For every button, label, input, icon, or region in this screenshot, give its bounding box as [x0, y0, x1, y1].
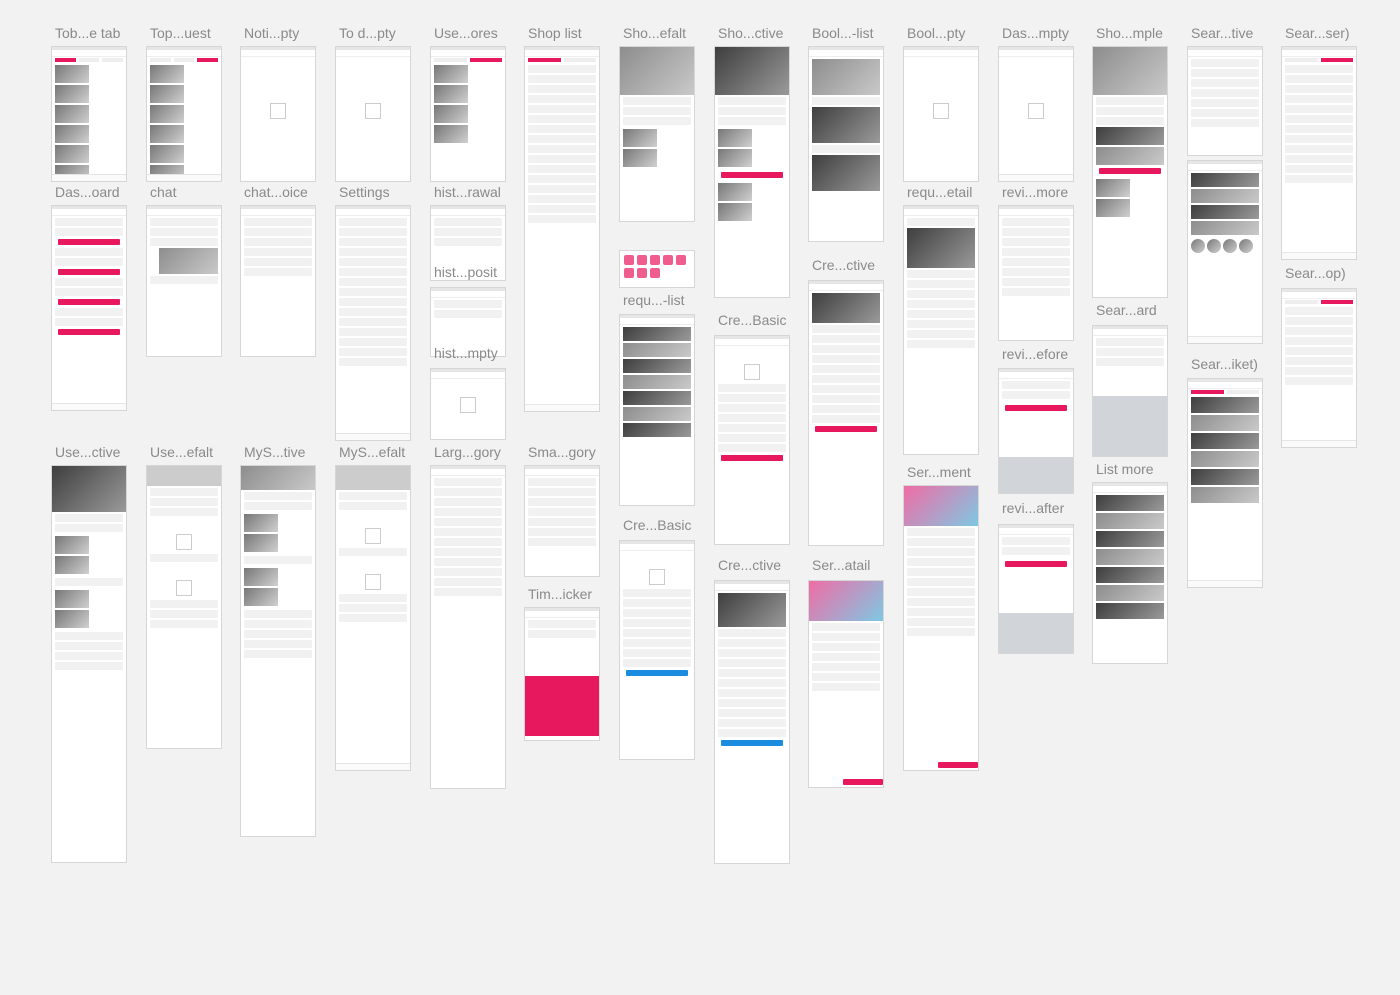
artboard-label: Cre...ctive [718, 557, 782, 573]
artboard-review-before[interactable] [998, 368, 1074, 494]
artboard-label: MyS...efalt [339, 444, 406, 460]
artboard-service-comment[interactable] [903, 485, 979, 771]
artboard-label: Sho...ctive [718, 25, 784, 41]
artboard-label: Sear...tive [1191, 25, 1254, 41]
artboard-time-picker[interactable] [524, 607, 600, 741]
artboard-label: revi...more [1002, 184, 1069, 200]
artboard-review-more[interactable] [998, 205, 1074, 341]
artboard-todo-empty[interactable] [335, 46, 411, 182]
artboard-shop-list[interactable] [524, 46, 600, 412]
artboard-myshop-default[interactable] [335, 465, 411, 771]
artboard-label: Noti...pty [244, 25, 300, 41]
artboard-shop-active[interactable] [714, 46, 790, 298]
artboard-review-after[interactable] [998, 524, 1074, 654]
artboard-history-empty[interactable] [430, 368, 506, 440]
artboard-search-ticket[interactable] [1187, 378, 1263, 588]
artboard-create-basic-request[interactable] [619, 540, 695, 760]
artboard-label: Sear...ser) [1285, 25, 1350, 41]
artboard-label: revi...after [1002, 500, 1065, 516]
artboard-top-tab[interactable] [51, 46, 127, 182]
artboard-label: Sear...ard [1096, 302, 1157, 318]
artboard-top-request[interactable] [146, 46, 222, 182]
artboard-label: Sho...mple [1096, 25, 1163, 41]
artboard-chat-choice[interactable] [240, 205, 316, 357]
artboard-label: chat [150, 184, 177, 200]
artboard-small-category[interactable] [524, 465, 600, 577]
artboard-label: hist...rawal [434, 184, 501, 200]
artboard-label: Cre...Basic [623, 517, 692, 533]
artboard-label: requ...-list [623, 292, 685, 308]
artboard-search-results[interactable] [1187, 160, 1263, 344]
artboard-label: Settings [339, 184, 390, 200]
artboard-label: Top...uest [150, 25, 211, 41]
artboard-create-active[interactable] [808, 280, 884, 546]
artboard-service-detail[interactable] [808, 580, 884, 788]
artboard-shop-default[interactable] [619, 46, 695, 222]
artboard-myshop-active[interactable] [240, 465, 316, 837]
artboard-label: MyS...tive [244, 444, 306, 460]
artboard-label: Cre...ctive [812, 257, 876, 273]
artboard-create-basic[interactable] [714, 335, 790, 545]
artboard-booking-list[interactable] [808, 46, 884, 242]
artboard-label: To d...pty [339, 25, 396, 41]
artboard-search-user[interactable] [1281, 46, 1357, 260]
artboard-search-active[interactable] [1187, 46, 1263, 156]
artboard-user-active[interactable] [51, 465, 127, 863]
artboard-label: chat...oice [244, 184, 308, 200]
artboard-label: requ...etail [907, 184, 973, 200]
artboard-request-list[interactable] [619, 314, 695, 506]
artboard-label: Ser...atail [812, 557, 871, 573]
canvas: { "colors": {"background": "#f2f2f2", "a… [0, 0, 1400, 995]
artboard-label: Use...ores [434, 25, 498, 41]
artboard-user-stores[interactable] [430, 46, 506, 182]
artboard-label: Cre...Basic [718, 312, 787, 328]
artboard-notification-empty[interactable] [240, 46, 316, 182]
artboard-request-detail[interactable] [903, 205, 979, 455]
artboard-label: Ser...ment [907, 464, 971, 480]
artboard-label: Das...mpty [1002, 25, 1069, 41]
artboard-label: hist...mpty [434, 345, 498, 361]
artboard-label: Sear...op) [1285, 265, 1346, 281]
artboard-dashboard[interactable] [51, 205, 127, 411]
artboard-large-category[interactable] [430, 465, 506, 789]
artboard-dashboard-empty[interactable] [998, 46, 1074, 182]
artboard-label: List more [1096, 461, 1154, 477]
artboard-label: Bool...-list [812, 25, 874, 41]
artboard-user-default[interactable] [146, 465, 222, 749]
artboard-label: Shop list [528, 25, 582, 41]
artboard-label: Das...oard [55, 184, 120, 200]
artboard-booking-empty[interactable] [903, 46, 979, 182]
artboard-label: Sma...gory [528, 444, 596, 460]
artboard-label: Larg...gory [434, 444, 501, 460]
artboard-search-keyboard[interactable] [1092, 325, 1168, 457]
artboard-label: Use...ctive [55, 444, 121, 460]
artboard-label: Sho...efalt [623, 25, 687, 41]
artboard-label: Use...efalt [150, 444, 214, 460]
artboard-label: revi...efore [1002, 346, 1069, 362]
artboard-label: Tob...e tab [55, 25, 121, 41]
artboard-label: hist...posit [434, 264, 498, 280]
artboard-shop-sample[interactable] [1092, 46, 1168, 298]
artboard-chat[interactable] [146, 205, 222, 357]
artboard-settings[interactable] [335, 205, 411, 441]
artboard-icon-set[interactable] [619, 250, 695, 288]
artboard-label: Bool...pty [907, 25, 966, 41]
artboard-search-shop[interactable] [1281, 288, 1357, 448]
artboard-list-more[interactable] [1092, 482, 1168, 664]
artboard-create-active-request[interactable] [714, 580, 790, 864]
artboard-label: Tim...icker [528, 586, 593, 602]
artboard-label: Sear...iket) [1191, 356, 1258, 372]
